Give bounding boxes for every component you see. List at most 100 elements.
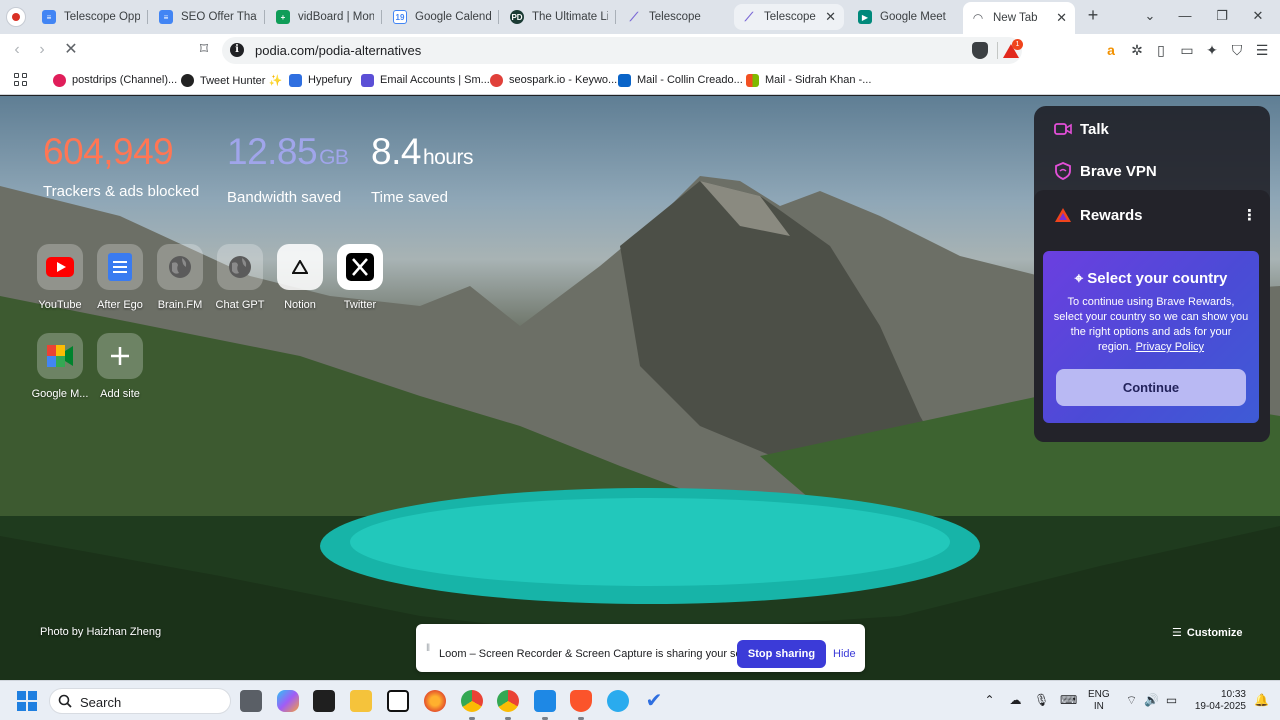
tab-telescope[interactable]: ⟋ Telescope xyxy=(619,4,731,30)
menu-icon[interactable]: ☰ xyxy=(1254,42,1270,58)
tab-ultimate-link[interactable]: PD The Ultimate Lin xyxy=(502,4,616,30)
taskbar-search[interactable]: Search xyxy=(49,688,231,714)
bookmark-mail-sidrah[interactable]: Mail - Sidrah Khan -... xyxy=(746,71,871,89)
privacy-policy-link[interactable]: Privacy Policy xyxy=(1136,341,1204,353)
wifi-icon[interactable]: ⌔ xyxy=(1124,693,1139,708)
tab-title: New Tab xyxy=(993,12,1038,24)
tab-title: SEO Offer That's xyxy=(181,11,257,23)
task-view-icon[interactable] xyxy=(240,690,262,712)
clock[interactable]: 10:33 19-04-2025 xyxy=(1190,689,1246,713)
chrome-profile-icon[interactable] xyxy=(497,690,519,720)
hide-button[interactable]: Hide xyxy=(833,648,856,660)
bookmark-hypefury[interactable]: Hypefury xyxy=(289,71,352,89)
bookmark-icon[interactable]: ⌑ xyxy=(193,40,215,60)
vpn-widget[interactable]: Brave VPN xyxy=(1054,162,1157,180)
sidebar-icon[interactable]: ▯ xyxy=(1153,42,1169,58)
stop-sharing-button[interactable]: Stop sharing xyxy=(737,640,826,668)
back-icon[interactable]: ‹ xyxy=(6,40,28,60)
talk-label: Talk xyxy=(1080,120,1109,138)
forward-icon[interactable]: › xyxy=(31,40,53,60)
vscode-icon[interactable] xyxy=(534,690,556,720)
outlook-icon xyxy=(618,73,631,87)
tab-google-meet[interactable]: ▶ Google Meet xyxy=(850,4,960,30)
bookmark-label: seospark.io - Keywo... xyxy=(509,74,618,86)
notification-bell-icon[interactable]: 🔔 xyxy=(1254,693,1269,708)
tab-search-chevron-icon[interactable]: ⌄ xyxy=(1138,6,1162,26)
minimize-icon[interactable]: — xyxy=(1173,6,1197,26)
stop-loading-icon[interactable]: ✕ xyxy=(60,40,82,60)
more-options-icon[interactable]: ⋮ xyxy=(1242,206,1257,224)
apps-grid-icon[interactable] xyxy=(14,73,28,87)
bookmark-mail-collin[interactable]: Mail - Collin Creado... xyxy=(618,71,743,89)
location-pin-icon: ⌖ xyxy=(1074,270,1088,287)
clock-time: 10:33 xyxy=(1220,689,1246,700)
top-site-label: Notion xyxy=(284,299,316,311)
wallet-icon[interactable]: ▭ xyxy=(1179,42,1195,58)
bookmark-seospark[interactable]: seospark.io - Keywo... xyxy=(490,71,617,89)
top-site-chatgpt[interactable]: Chat GPT xyxy=(210,244,270,311)
tab-google-calendar[interactable]: 19 Google Calendar xyxy=(385,4,499,30)
toolbar: ‹ › ✕ ⌑ i podia.com/podia-alternatives 1… xyxy=(0,34,1280,66)
keyboard-icon[interactable]: ⌨ xyxy=(1060,693,1077,708)
language-code: ENG xyxy=(1088,689,1110,700)
add-site-button[interactable]: Add site xyxy=(90,333,150,400)
site-info-icon[interactable]: i xyxy=(230,43,244,57)
tab-telescope-opportunities[interactable]: ≡ Telescope Oppor xyxy=(34,4,148,30)
continue-button[interactable]: Continue xyxy=(1056,369,1246,406)
record-icon[interactable] xyxy=(6,7,26,27)
photo-credit[interactable]: Photo by Haizhan Zheng xyxy=(40,626,161,638)
brave-icon[interactable] xyxy=(570,690,592,720)
onedrive-cloud-icon[interactable]: ☁ xyxy=(1008,693,1023,708)
close-tab-icon[interactable]: ✕ xyxy=(1056,10,1067,26)
tab-seo-offer[interactable]: ≡ SEO Offer That's xyxy=(151,4,265,30)
talk-widget[interactable]: Talk xyxy=(1054,120,1109,138)
top-site-youtube[interactable]: YouTube xyxy=(30,244,90,311)
leo-ai-icon[interactable]: ✦ xyxy=(1204,42,1220,58)
extensions-icon[interactable]: ✲ xyxy=(1129,42,1145,58)
todo-checkmark-icon[interactable]: ✔ xyxy=(643,690,665,712)
trackers-value: 604,949 xyxy=(43,131,174,172)
telegram-icon[interactable] xyxy=(607,690,629,712)
battery-icon[interactable]: ▭ xyxy=(1164,693,1179,708)
loading-icon: ◠ xyxy=(973,11,983,25)
drag-handle-icon[interactable]: ‖ xyxy=(426,643,430,654)
restore-icon[interactable]: ❐ xyxy=(1210,6,1234,26)
file-explorer-icon[interactable] xyxy=(350,690,372,712)
notion-app-icon[interactable] xyxy=(387,690,409,712)
telescope-icon: ⟋ xyxy=(629,9,639,24)
top-site-twitter[interactable]: Twitter xyxy=(330,244,390,311)
bookmark-tweet-hunter[interactable]: Tweet Hunter ✨ xyxy=(181,71,282,89)
terminal-icon[interactable] xyxy=(313,690,335,712)
close-window-icon[interactable]: ✕ xyxy=(1246,6,1270,26)
show-hidden-icons-chevron[interactable]: ⌃ xyxy=(982,693,997,708)
top-site-notion[interactable]: Notion xyxy=(270,244,330,311)
bookmark-email-accounts[interactable]: Email Accounts | Sm... xyxy=(361,71,490,89)
google-sheets-icon: + xyxy=(276,10,290,24)
tab-telescope-a[interactable]: ⟋ Telescope | A ✕ xyxy=(734,4,844,30)
tab-title: Telescope xyxy=(649,11,701,23)
vpn-icon[interactable]: ⛉ xyxy=(1229,42,1245,58)
bookmark-postdrips[interactable]: postdrips (Channel)... xyxy=(53,71,177,89)
volume-icon[interactable]: 🔊 xyxy=(1144,693,1159,708)
url-text[interactable]: podia.com/podia-alternatives xyxy=(255,43,421,58)
customize-button[interactable]: ☰ Customize xyxy=(1172,626,1243,640)
top-site-google-meet[interactable]: Google M... xyxy=(30,333,90,400)
brave-shields-icon[interactable] xyxy=(972,42,988,59)
windows-start-icon[interactable] xyxy=(17,691,37,711)
language-indicator[interactable]: ENG IN xyxy=(1088,689,1110,713)
top-site-brainfm[interactable]: Brain.FM xyxy=(150,244,210,311)
top-site-after-ego[interactable]: After Ego xyxy=(90,244,150,311)
microphone-icon[interactable]: 🎙 xyxy=(1034,693,1049,708)
tab-new-tab[interactable]: ◠ New Tab ✕ xyxy=(963,2,1075,34)
select-country-title: ⌖ Select your country xyxy=(1043,270,1259,287)
address-bar[interactable]: i podia.com/podia-alternatives 1 xyxy=(222,37,1023,64)
copilot-icon[interactable] xyxy=(277,690,299,712)
chrome-icon[interactable] xyxy=(461,690,483,720)
close-tab-icon[interactable]: ✕ xyxy=(825,9,836,25)
new-tab-plus-icon[interactable]: + xyxy=(1083,6,1103,26)
firefox-icon[interactable] xyxy=(424,690,446,712)
tab-vidboard[interactable]: + vidBoard | Mone xyxy=(268,4,382,30)
top-site-label: After Ego xyxy=(97,299,143,311)
bookmark-label: Mail - Collin Creado... xyxy=(637,74,743,86)
amazon-extension-icon[interactable]: a xyxy=(1103,42,1119,58)
